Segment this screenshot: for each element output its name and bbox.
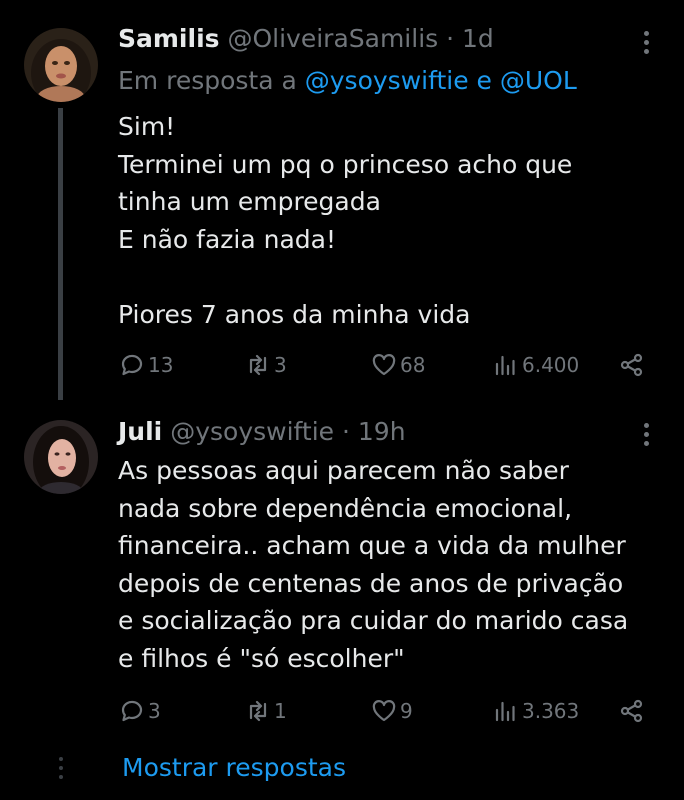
retweet-count: 3 <box>274 353 287 377</box>
reply-button[interactable]: 13 <box>118 350 173 380</box>
like-count: 9 <box>400 699 413 723</box>
user-handle[interactable]: @OliveiraSamilis <box>227 24 438 53</box>
avatar[interactable] <box>24 28 98 102</box>
views-count: 3.363 <box>522 699 580 723</box>
tweet-header: Juli @ysoyswiftie · 19h <box>118 417 406 447</box>
thread-line <box>58 108 63 400</box>
share-button[interactable] <box>618 350 648 380</box>
user-handle[interactable]: @ysoyswiftie <box>170 417 334 446</box>
retweet-count: 1 <box>274 699 287 723</box>
retweet-button[interactable]: 1 <box>244 696 287 726</box>
views-button[interactable]: 6.400 <box>492 350 579 380</box>
display-name[interactable]: Juli <box>118 417 162 446</box>
like-count: 68 <box>400 353 426 377</box>
views-button[interactable]: 3.363 <box>492 696 579 726</box>
reply-icon <box>121 354 143 376</box>
more-icon[interactable] <box>634 28 658 58</box>
reply-prefix: Em resposta a <box>118 66 297 95</box>
reply-button[interactable]: 3 <box>118 696 161 726</box>
avatar[interactable] <box>24 420 98 494</box>
retweet-button[interactable]: 3 <box>244 350 287 380</box>
separator-dot: · <box>446 24 455 53</box>
more-icon[interactable] <box>634 420 658 450</box>
display-name[interactable]: Samilis <box>118 24 220 53</box>
views-count: 6.400 <box>522 353 580 377</box>
views-icon <box>495 701 515 722</box>
like-icon <box>372 354 396 376</box>
timestamp[interactable]: 19h <box>358 417 406 446</box>
tweet-header: Samilis @OliveiraSamilis · 1d <box>118 24 494 54</box>
reply-icon <box>121 700 143 722</box>
tweet-samilis[interactable]: Samilis @OliveiraSamilis · 1d Em respost… <box>0 0 684 400</box>
share-icon <box>620 353 643 377</box>
share-icon <box>620 699 643 723</box>
like-icon <box>372 700 396 722</box>
like-button[interactable]: 9 <box>370 696 413 726</box>
timestamp[interactable]: 1d <box>462 24 494 53</box>
show-replies-link[interactable]: Mostrar respostas <box>122 753 346 782</box>
tweet-actions: 13 3 68 6.400 <box>118 350 658 380</box>
retweet-icon <box>249 700 267 722</box>
tweet-actions: 3 1 9 3.363 <box>118 696 658 726</box>
views-icon <box>495 355 515 376</box>
reply-mentions[interactable]: @ysoyswiftie e @UOL <box>305 66 577 95</box>
like-button[interactable]: 68 <box>370 350 425 380</box>
tweet-text: Sim! Terminei um pq o princeso acho que … <box>118 112 573 329</box>
reply-count: 3 <box>148 699 161 723</box>
share-button[interactable] <box>618 696 648 726</box>
separator-dot: · <box>341 417 350 446</box>
retweet-icon <box>249 354 267 376</box>
reply-context: Em resposta a @ysoyswiftie e @UOL <box>118 66 577 96</box>
tweet-text: As pessoas aqui parecem não saber nada s… <box>118 456 629 673</box>
tweet-juli[interactable]: Juli @ysoyswiftie · 19h As pessoas aqui … <box>0 400 684 740</box>
reply-count: 13 <box>148 353 174 377</box>
